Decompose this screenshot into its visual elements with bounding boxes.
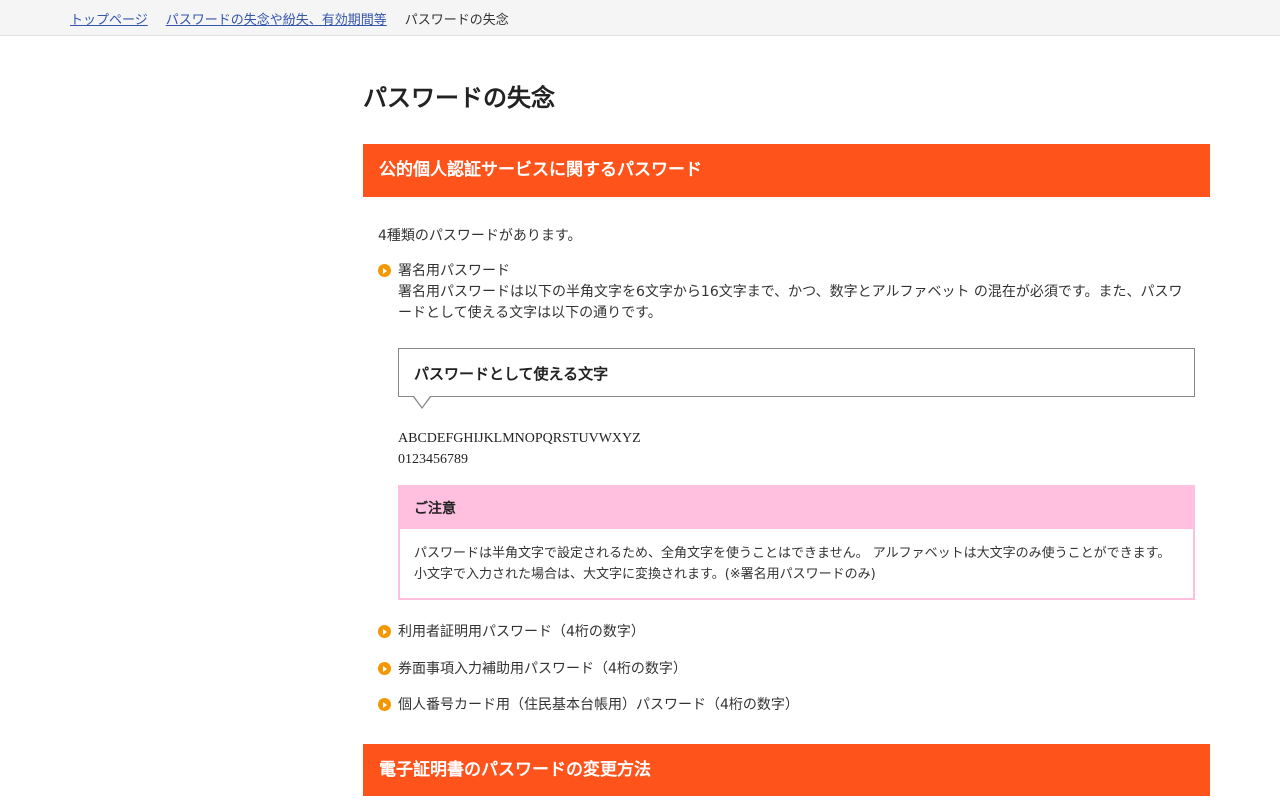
- notice-body: パスワードは半角文字で設定されるため、全角文字を使うことはできません。 アルファ…: [414, 546, 1171, 582]
- breadcrumb: トップページ パスワードの失念や紛失、有効期間等 パスワードの失念: [70, 9, 509, 28]
- list-item-label: 券面事項入力補助用パスワード（4桁の数字）: [398, 661, 687, 677]
- breadcrumb-bar: トップページ パスワードの失念や紛失、有効期間等 パスワードの失念: [0, 0, 1280, 36]
- page-title: パスワードの失念: [363, 84, 555, 112]
- allowed-digits: 0123456789: [398, 452, 468, 467]
- allowed-characters: ABCDEFGHIJKLMNOPQRSTUVWXYZ 0123456789: [398, 428, 641, 470]
- breadcrumb-current: パスワードの失念: [404, 12, 509, 28]
- list-item-card-password: 個人番号カード用（住民基本台帳用）パスワード（4桁の数字）: [378, 695, 799, 716]
- section-heading-public-auth: 公的個人認証サービスに関するパスワード: [363, 144, 1210, 197]
- bullet-arrow-icon: [378, 625, 391, 638]
- breadcrumb-link-password-loss[interactable]: パスワードの失念や紛失、有効期間等: [166, 9, 387, 28]
- section-heading-change-method: 電子証明書のパスワードの変更方法: [363, 744, 1210, 796]
- list-item-user-cert-password: 利用者証明用パスワード（4桁の数字）: [378, 622, 645, 643]
- callout-title: パスワードとして使える文字: [414, 365, 609, 383]
- notice-heading: ご注意: [400, 487, 1193, 529]
- bullet-arrow-icon: [378, 662, 391, 675]
- allowed-letters: ABCDEFGHIJKLMNOPQRSTUVWXYZ: [398, 431, 641, 446]
- list-item-label: 利用者証明用パスワード（4桁の数字）: [398, 624, 645, 640]
- list-item-label: 署名用パスワード: [398, 263, 510, 279]
- callout-tail: [413, 396, 431, 409]
- list-item-input-assist-password: 券面事項入力補助用パスワード（4桁の数字）: [378, 659, 687, 680]
- notice-box: ご注意 パスワードは半角文字で設定されるため、全角文字を使うことはできません。 …: [398, 485, 1195, 600]
- bullet-arrow-icon: [378, 698, 391, 711]
- list-item-signature-password: 署名用パスワード: [378, 261, 510, 282]
- list-item-label: 個人番号カード用（住民基本台帳用）パスワード（4桁の数字）: [398, 697, 799, 713]
- breadcrumb-link-top[interactable]: トップページ: [70, 9, 148, 28]
- intro-text: 4種類のパスワードがあります。: [378, 228, 582, 244]
- signature-password-description: 署名用パスワードは以下の半角文字を6文字から16文字まで、かつ、数字とアルファベ…: [398, 284, 1183, 321]
- bullet-arrow-icon: [378, 264, 391, 277]
- allowed-characters-callout: パスワードとして使える文字: [398, 348, 1195, 409]
